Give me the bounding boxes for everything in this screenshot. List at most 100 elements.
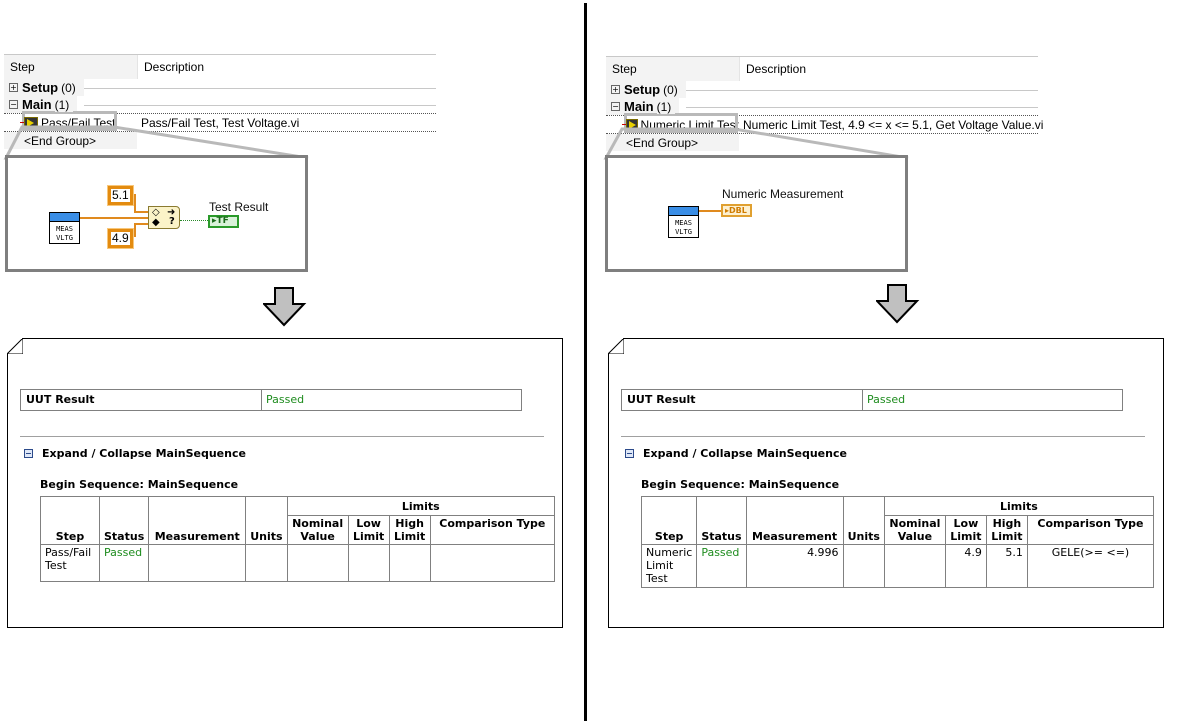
group-main[interactable]: − Main (1) bbox=[4, 96, 436, 113]
uut-result-label: UUT Result bbox=[21, 390, 262, 410]
uut-result-row: UUT Result Passed bbox=[20, 389, 522, 411]
begin-sequence-label: Begin Sequence: MainSequence bbox=[40, 478, 239, 491]
separator bbox=[621, 436, 1145, 437]
collapse-icon[interactable]: − bbox=[9, 100, 18, 109]
group-count: (0) bbox=[61, 80, 80, 95]
th-status: Status bbox=[98, 496, 150, 545]
th-comparison-type: Comparison Type bbox=[1026, 515, 1155, 545]
test-result-indicator[interactable]: ▸TF bbox=[208, 215, 239, 228]
th-measurement: Measurement bbox=[745, 496, 844, 545]
boolean-wire bbox=[180, 220, 208, 221]
expand-icon[interactable]: + bbox=[9, 83, 18, 92]
th-measurement: Measurement bbox=[148, 496, 247, 545]
results-table: Step Status Measurement Units Limits Nom… bbox=[640, 496, 1155, 588]
th-units: Units bbox=[842, 496, 885, 545]
cell-high: 5.1 bbox=[985, 544, 1028, 588]
expand-collapse-toggle[interactable]: Expand / Collapse MainSequence bbox=[625, 447, 847, 460]
th-comparison-type: Comparison Type bbox=[429, 515, 556, 545]
test-report: UUT Result Passed Expand / Collapse Main… bbox=[7, 338, 563, 628]
cell-nominal bbox=[286, 544, 349, 582]
uut-result-row: UUT Result Passed bbox=[621, 389, 1123, 411]
cell-low bbox=[347, 544, 390, 582]
table-row: Pass/Fail Test Passed bbox=[40, 544, 556, 582]
group-setup[interactable]: + Setup (0) bbox=[606, 81, 1038, 98]
wire bbox=[134, 194, 136, 212]
th-high-limit: High Limit bbox=[388, 515, 431, 545]
down-arrow-icon bbox=[876, 284, 920, 324]
down-arrow-icon bbox=[263, 287, 307, 327]
in-range-compare-icon[interactable]: ◇ ➜ ◆? bbox=[148, 206, 180, 229]
uut-result-value: Passed bbox=[867, 393, 906, 406]
cell-measurement: 4.996 bbox=[745, 544, 844, 588]
group-count: (1) bbox=[656, 99, 676, 114]
group-count: (1) bbox=[54, 97, 74, 112]
collapse-icon[interactable]: − bbox=[611, 102, 620, 111]
wire bbox=[699, 210, 721, 212]
cell-low: 4.9 bbox=[944, 544, 987, 588]
expand-collapse-label: Expand / Collapse MainSequence bbox=[643, 447, 847, 460]
expand-icon[interactable]: + bbox=[611, 85, 620, 94]
uut-result-value: Passed bbox=[266, 393, 305, 406]
group-count: (0) bbox=[663, 82, 682, 97]
test-result-label: Test Result bbox=[209, 200, 269, 214]
expand-collapse-toggle[interactable]: Expand / Collapse MainSequence bbox=[24, 447, 246, 460]
group-name: Main bbox=[22, 97, 52, 112]
panel-divider bbox=[584, 3, 587, 721]
wire bbox=[134, 223, 148, 225]
meas-vltg-terminal[interactable]: MEAS VLTG bbox=[668, 206, 699, 238]
left-panel-pass-fail: Step Description + Setup (0) − Main (1) … bbox=[0, 0, 580, 723]
group-setup[interactable]: + Setup (0) bbox=[4, 79, 436, 96]
wire bbox=[134, 224, 136, 237]
th-low-limit: Low Limit bbox=[347, 515, 390, 545]
expand-collapse-label: Expand / Collapse MainSequence bbox=[42, 447, 246, 460]
cell-status: Passed bbox=[696, 544, 747, 588]
collapse-icon[interactable] bbox=[24, 449, 33, 458]
low-limit-constant[interactable]: 4.9 bbox=[107, 228, 134, 249]
right-panel-numeric-limit: Step Description + Setup (0) − Main (1) … bbox=[600, 0, 1180, 723]
cell-measurement bbox=[148, 544, 247, 582]
high-limit-constant[interactable]: 5.1 bbox=[107, 185, 134, 206]
cell-units bbox=[842, 544, 885, 588]
group-name: Setup bbox=[624, 82, 661, 97]
results-table: Step Status Measurement Units Limits Nom… bbox=[40, 496, 556, 582]
block-diagram: MEAS VLTG Numeric Measurement ▸DBL bbox=[605, 155, 908, 272]
th-status: Status bbox=[696, 496, 747, 545]
cell-step: Numeric Limit Test bbox=[640, 544, 698, 588]
meas-vltg-terminal[interactable]: MEAS VLTG bbox=[49, 212, 80, 244]
wire bbox=[134, 211, 148, 213]
column-description[interactable]: Description bbox=[138, 55, 204, 79]
th-step: Step bbox=[640, 496, 698, 545]
column-description[interactable]: Description bbox=[740, 57, 806, 81]
numeric-measurement-label: Numeric Measurement bbox=[722, 187, 844, 201]
collapse-icon[interactable] bbox=[625, 449, 634, 458]
cell-nominal bbox=[883, 544, 946, 588]
wire bbox=[80, 217, 148, 219]
cell-high bbox=[388, 544, 431, 582]
table-row: Numeric Limit Test Passed 4.996 4.9 5.1 … bbox=[640, 544, 1155, 588]
th-high-limit: High Limit bbox=[985, 515, 1028, 545]
column-step[interactable]: Step bbox=[606, 57, 740, 81]
group-name: Main bbox=[624, 99, 654, 114]
sequence-header: Step Description bbox=[4, 55, 436, 79]
th-nominal: Nominal Value bbox=[286, 515, 349, 545]
begin-sequence-label: Begin Sequence: MainSequence bbox=[641, 478, 840, 491]
cell-comparison: GELE(>= <=) bbox=[1026, 544, 1155, 588]
group-main[interactable]: − Main (1) bbox=[606, 98, 1038, 115]
uut-result-label: UUT Result bbox=[622, 390, 863, 410]
cell-units bbox=[245, 544, 288, 582]
page-fold-icon bbox=[608, 338, 624, 354]
th-low-limit: Low Limit bbox=[944, 515, 987, 545]
block-diagram: MEAS VLTG 5.1 4.9 ◇ ➜ ◆? Test Result ▸TF bbox=[5, 155, 308, 272]
cell-step: Pass/Fail Test bbox=[40, 544, 100, 582]
page-fold-icon bbox=[7, 338, 23, 354]
separator bbox=[20, 436, 544, 437]
cell-comparison bbox=[429, 544, 556, 582]
column-step[interactable]: Step bbox=[4, 55, 138, 79]
th-units: Units bbox=[245, 496, 288, 545]
numeric-measurement-indicator[interactable]: ▸DBL bbox=[721, 204, 752, 217]
th-step: Step bbox=[40, 496, 100, 545]
th-limits: Limits bbox=[286, 496, 556, 516]
th-limits: Limits bbox=[883, 496, 1155, 516]
test-report: UUT Result Passed Expand / Collapse Main… bbox=[608, 338, 1164, 628]
th-nominal: Nominal Value bbox=[883, 515, 946, 545]
